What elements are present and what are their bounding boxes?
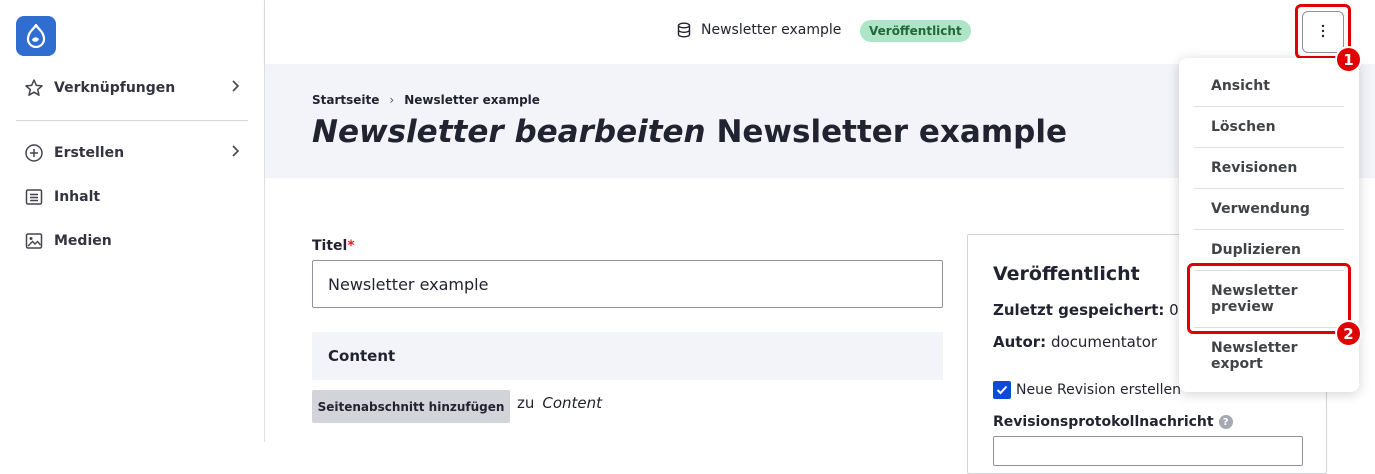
to-text: zu <box>517 394 535 412</box>
sidebar-item-label: Inhalt <box>54 189 101 205</box>
actions-dropdown: Ansicht Löschen Revisionen Verwendung Du… <box>1179 58 1359 392</box>
sidebar-item-media[interactable]: Medien <box>24 229 240 253</box>
chevron-right-icon <box>230 79 240 97</box>
help-icon[interactable]: ? <box>1218 415 1233 429</box>
new-revision-label: Neue Revision erstellen <box>1016 382 1182 398</box>
sidebar-item-content[interactable]: Inhalt <box>24 185 240 209</box>
menu-item-revisions[interactable]: Revisionen <box>1194 160 1344 176</box>
author-label: Autor: <box>993 333 1047 351</box>
menu-divider <box>1194 147 1344 148</box>
author-row: Autor: documentator <box>993 333 1157 351</box>
sidebar-item-create[interactable]: Erstellen <box>24 141 240 165</box>
annotation-marker-1: 1 <box>1335 46 1362 73</box>
page-title: Newsletter bearbeiten Newsletter example <box>312 114 1067 150</box>
list-icon <box>24 187 44 207</box>
sidebar-item-label: Medien <box>54 233 112 249</box>
breadcrumb-home-link[interactable]: Startseite <box>312 93 379 107</box>
author-value: documentator <box>1050 333 1158 351</box>
breadcrumb-current[interactable]: Newsletter example <box>404 93 540 107</box>
meta-heading: Veröffentlicht <box>993 263 1140 285</box>
breadcrumb-separator-icon: › <box>389 93 395 107</box>
sidebar-item-shortcuts[interactable]: Verknüpfungen <box>24 76 240 100</box>
menu-divider <box>1194 188 1344 189</box>
status-badge: Veröffentlicht <box>860 20 971 42</box>
sidebar-item-label: Verknüpfungen <box>54 80 176 96</box>
required-marker: * <box>347 238 355 254</box>
title-field-label: Titel* <box>312 238 355 254</box>
revision-log-label-text: Revisionsprotokollnachricht <box>993 414 1214 430</box>
sidebar-divider <box>16 120 248 121</box>
chevron-right-icon <box>230 144 240 162</box>
last-saved-row: Zuletzt gespeichert: 02.0 <box>993 301 1203 319</box>
page-title-suffix: Newsletter example <box>716 114 1067 150</box>
star-icon <box>24 78 44 98</box>
database-icon <box>677 22 693 38</box>
add-target: zu Content <box>517 394 602 412</box>
add-section-button[interactable]: Seitenabschnitt hinzufügen <box>312 390 510 423</box>
menu-divider <box>1194 106 1344 107</box>
image-icon <box>24 231 44 251</box>
to-target: Content <box>542 394 603 412</box>
top-bar: Newsletter example Veröffentlicht <box>265 0 1375 64</box>
menu-item-duplicate[interactable]: Duplizieren <box>1194 242 1344 258</box>
page-title-prefix: Newsletter bearbeiten <box>312 114 706 150</box>
document-title: Newsletter example <box>677 22 841 38</box>
menu-item-view[interactable]: Ansicht <box>1194 78 1344 94</box>
menu-item-delete[interactable]: Löschen <box>1194 119 1344 135</box>
plus-circle-icon <box>24 143 44 163</box>
sidebar: Verknüpfungen Erstellen Inhalt Medien <box>0 0 265 442</box>
sidebar-item-label: Erstellen <box>54 145 125 161</box>
breadcrumb: Startseite › Newsletter example <box>312 93 540 107</box>
menu-item-usage[interactable]: Verwendung <box>1194 201 1344 217</box>
highlight-box-2 <box>1187 263 1351 334</box>
revision-log-input[interactable] <box>993 436 1303 466</box>
title-label-text: Titel <box>312 238 348 254</box>
revision-log-label: Revisionsprotokollnachricht ? <box>993 414 1233 430</box>
menu-divider <box>1194 229 1344 230</box>
content-section-header: Content <box>312 332 943 380</box>
title-input[interactable] <box>312 260 943 308</box>
drupal-logo-icon[interactable] <box>16 16 56 56</box>
new-revision-checkbox-row[interactable]: Neue Revision erstellen <box>993 381 1181 399</box>
document-title-text: Newsletter example <box>701 22 842 38</box>
annotation-marker-2: 2 <box>1335 320 1362 347</box>
checkbox-checked-icon[interactable] <box>993 381 1011 399</box>
last-saved-label: Zuletzt gespeichert: <box>993 301 1165 319</box>
menu-item-newsletter-export[interactable]: Newsletter export <box>1194 340 1344 372</box>
content-section-label: Content <box>328 347 396 365</box>
